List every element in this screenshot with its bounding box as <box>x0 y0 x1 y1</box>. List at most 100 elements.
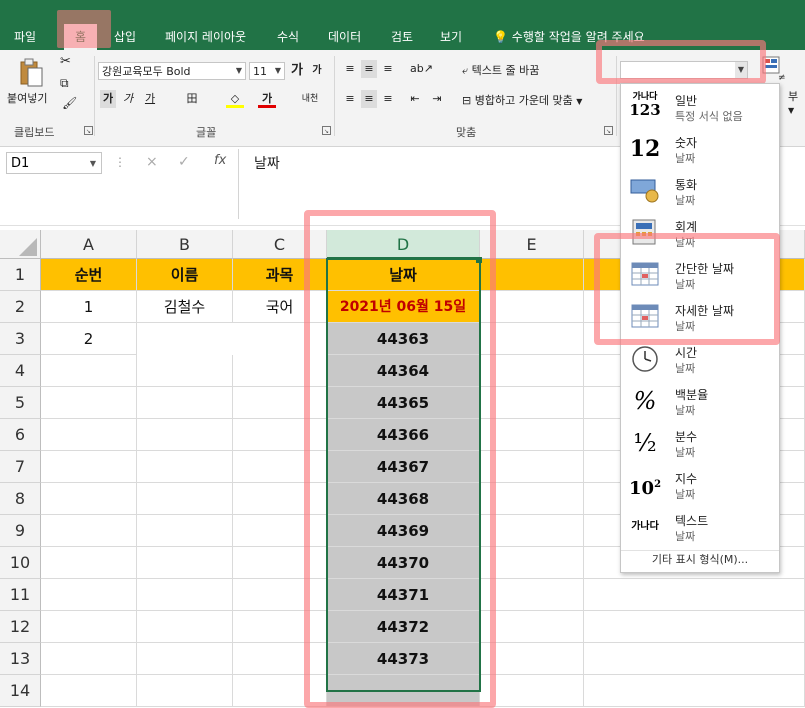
more-number-formats[interactable]: 기타 표시 형식(M)... <box>621 550 779 569</box>
row-header-4[interactable]: 4 <box>0 355 41 387</box>
cell-d3[interactable]: 44363 <box>327 323 480 355</box>
paste-button[interactable]: 붙여넣기 <box>7 90 47 106</box>
tab-home[interactable]: 홈 <box>64 24 97 50</box>
paste-icon[interactable] <box>16 58 44 88</box>
row-header-7[interactable]: 7 <box>0 451 41 483</box>
row-header-10[interactable]: 10 <box>0 547 41 579</box>
grid-cell[interactable] <box>480 515 584 547</box>
grid-cell[interactable] <box>233 643 327 675</box>
cell-d8[interactable]: 44368 <box>327 483 480 515</box>
menu-item-general[interactable]: 가나다 123 일반 특정 서식 없음 <box>621 88 779 130</box>
cut-icon[interactable]: ✂ <box>60 54 71 69</box>
menu-item-currency[interactable]: 통화 날짜 <box>621 172 779 214</box>
copy-icon[interactable]: ⧉ <box>60 76 69 91</box>
menu-item-long-date[interactable]: 자세한 날짜 날짜 <box>621 298 779 340</box>
format-painter-icon[interactable]: 🖌 <box>62 96 77 110</box>
align-middle-icon[interactable]: ≡ <box>361 60 377 78</box>
row-header-6[interactable]: 6 <box>0 419 41 451</box>
grow-font-button[interactable]: 가 <box>289 62 305 80</box>
tell-me-box[interactable]: 💡 수행할 작업을 알려 주세요 <box>493 26 645 48</box>
font-launcher-icon[interactable]: ↘ <box>322 126 331 135</box>
fill-handle[interactable] <box>476 257 482 263</box>
cell-d2[interactable]: 2021년 06월 15일 <box>327 291 480 323</box>
grid-cell[interactable] <box>233 483 327 515</box>
cell-styles-label[interactable]: 부 <box>788 88 798 104</box>
cell-d11[interactable]: 44371 <box>327 579 480 611</box>
grid-cell[interactable] <box>41 675 137 707</box>
grid-cell[interactable] <box>137 515 233 547</box>
font-color-button[interactable]: 가 <box>258 90 276 108</box>
row-header-8[interactable]: 8 <box>0 483 41 515</box>
grid-cell[interactable] <box>584 611 805 643</box>
tab-view[interactable]: 보기 <box>440 26 462 48</box>
grid-cell[interactable] <box>480 643 584 675</box>
cancel-button[interactable]: × <box>146 154 158 170</box>
font-name-combo[interactable]: 강원교육모두 Bold ▼ <box>98 62 246 80</box>
name-box[interactable]: D1 ▼ <box>6 152 102 174</box>
grid-cell[interactable] <box>480 579 584 611</box>
menu-item-text[interactable]: 가나다 텍스트 날짜 <box>621 508 779 550</box>
row-header-12[interactable]: 12 <box>0 611 41 643</box>
grid-cell[interactable] <box>137 355 233 387</box>
fill-color-button[interactable]: ◇ <box>226 90 244 108</box>
row-header-3[interactable]: 3 <box>0 323 41 355</box>
row-header-14[interactable]: 14 <box>0 675 41 707</box>
shrink-font-button[interactable]: 가 <box>309 62 325 80</box>
grid-cell[interactable] <box>480 323 584 355</box>
grid-cell[interactable] <box>233 579 327 611</box>
menu-item-accounting[interactable]: 회계 날짜 <box>621 214 779 256</box>
grid-cell[interactable] <box>41 451 137 483</box>
grid-cell[interactable] <box>41 355 137 387</box>
grid-cell[interactable] <box>233 675 327 707</box>
row-header-5[interactable]: 5 <box>0 387 41 419</box>
grid-cell[interactable] <box>233 611 327 643</box>
grid-cell[interactable] <box>41 515 137 547</box>
tab-page-layout[interactable]: 페이지 레이아웃 <box>165 26 246 48</box>
grid-cell[interactable] <box>41 387 137 419</box>
tab-insert[interactable]: 삽입 <box>114 26 136 48</box>
grid-cell[interactable] <box>137 387 233 419</box>
align-right-icon[interactable]: ≡ <box>380 90 396 108</box>
cell-c1[interactable]: 과목 <box>233 259 327 291</box>
grid-cell[interactable] <box>137 579 233 611</box>
chevron-down-icon[interactable]: ▼ <box>788 106 794 115</box>
cell-d9[interactable]: 44369 <box>327 515 480 547</box>
grid-cell[interactable] <box>233 419 327 451</box>
grid-cell[interactable] <box>233 515 327 547</box>
cell-b1[interactable]: 이름 <box>137 259 233 291</box>
grid-cell[interactable] <box>41 547 137 579</box>
tab-data[interactable]: 데이터 <box>328 26 361 48</box>
menu-item-number[interactable]: 12 숫자 날짜 <box>621 130 779 172</box>
cell-d12[interactable]: 44372 <box>327 611 480 643</box>
grid-cell[interactable] <box>584 643 805 675</box>
grid-cell[interactable] <box>480 483 584 515</box>
grid-cell[interactable] <box>584 579 805 611</box>
cell-d10[interactable]: 44370 <box>327 547 480 579</box>
align-bottom-icon[interactable]: ≡ <box>380 60 396 78</box>
grid-cell[interactable] <box>137 451 233 483</box>
grid-cell[interactable] <box>233 387 327 419</box>
grid-cell[interactable] <box>41 579 137 611</box>
grid-cell[interactable] <box>137 547 233 579</box>
grid-cell[interactable] <box>41 483 137 515</box>
cell-d1[interactable]: 날짜 <box>327 259 480 291</box>
grid-cell[interactable] <box>233 355 327 387</box>
row-header-13[interactable]: 13 <box>0 643 41 675</box>
column-header-a[interactable]: A <box>41 230 137 259</box>
alignment-launcher-icon[interactable]: ↘ <box>604 126 613 135</box>
grid-cell[interactable] <box>480 355 584 387</box>
cell-d4[interactable]: 44364 <box>327 355 480 387</box>
cell-d6[interactable]: 44366 <box>327 419 480 451</box>
align-center-icon[interactable]: ≡ <box>361 90 377 108</box>
cell-d13[interactable]: 44373 <box>327 643 480 675</box>
menu-item-short-date[interactable]: 간단한 날짜 날짜 <box>621 256 779 298</box>
clipboard-launcher-icon[interactable]: ↘ <box>84 126 93 135</box>
tab-formulas[interactable]: 수식 <box>277 26 299 48</box>
italic-button[interactable]: 가 <box>120 90 136 108</box>
formula-input[interactable]: 날짜 <box>254 153 280 173</box>
grid-cell[interactable] <box>480 387 584 419</box>
column-header-b[interactable]: B <box>137 230 233 259</box>
cell-a1[interactable]: 순번 <box>41 259 137 291</box>
row-header-2[interactable]: 2 <box>0 291 41 323</box>
menu-item-scientific[interactable]: 102 지수 날짜 <box>621 466 779 508</box>
